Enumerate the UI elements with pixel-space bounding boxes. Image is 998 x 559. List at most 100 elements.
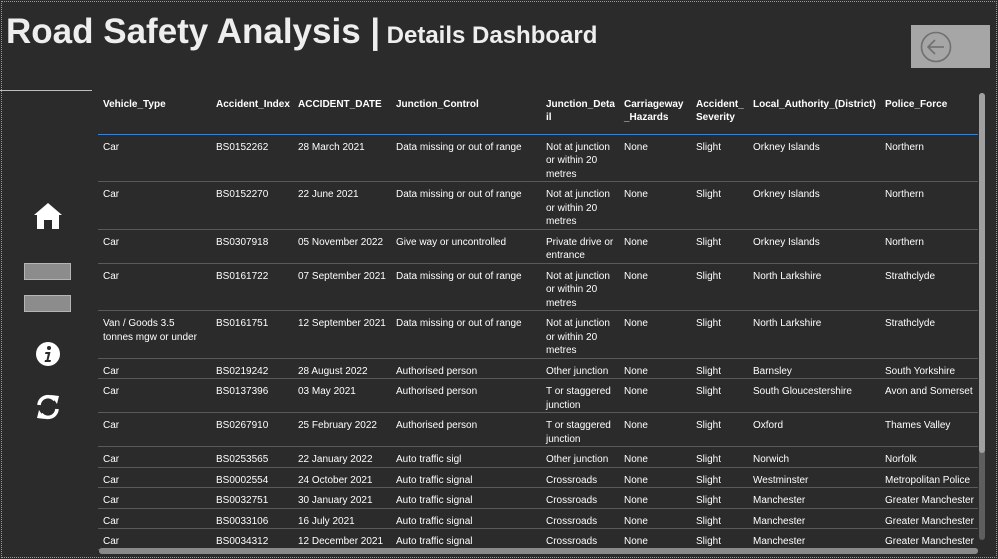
table-cell: Oxford [748,412,880,447]
table-cell: 12 September 2021 [293,310,391,359]
table-cell: Manchester [748,508,880,529]
table-cell: Metropolitan Police [880,467,978,488]
table-cell: Car [98,412,211,447]
table-cell: Orkney Islands [748,181,880,230]
page-title: Road Safety Analysis | Details Dashboard [6,14,597,49]
table-cell: Slight [691,378,748,413]
table-row[interactable]: Car BS0034312 12 December 2021 Auto traffic… [98,528,978,550]
table-cell: Strathclyde [880,310,978,359]
details-table: Vehicle_Type Accident_Index ACCIDENT_DAT… [98,92,978,554]
table-row[interactable]: Car BS0307918 05 November 2022 Give way or … [98,229,978,264]
table-cell: Data missing or out of range [391,134,541,182]
column-header[interactable]: Police_Force [880,92,978,135]
table-cell: Northern [880,229,978,264]
table-cell: 22 January 2022 [293,446,391,468]
table-row[interactable]: Car BS0033106 16 July 2021 Auto traffic sig… [98,508,978,529]
vertical-scrollbar[interactable] [979,93,985,540]
horizontal-scrollbar[interactable] [99,548,978,554]
table-cell: T or staggered junction [541,378,619,413]
table-cell: BS0161722 [211,263,293,311]
table-cell: North Larkshire [748,263,880,311]
table-cell: South Yorkshire [880,358,978,379]
sidebar-button-1[interactable] [24,263,71,280]
table-cell: None [619,263,691,311]
table-cell: None [619,358,691,379]
table-cell: Car [98,181,211,230]
table-cell: Avon and Somerset [880,378,978,413]
table-cell: T or staggered junction [541,412,619,447]
table-cell: Van / Goods 3.5 tonnes mgw or under [98,310,211,359]
home-icon[interactable] [33,201,63,231]
column-header[interactable]: Accident_Index [211,92,293,135]
table-cell: None [619,378,691,413]
table-row[interactable]: Car BS0253565 22 January 2022 Auto traffic … [98,446,978,468]
table-cell: None [619,134,691,182]
column-header[interactable]: Junction_Deta il [541,92,619,135]
sidebar-divider [0,90,92,91]
table-cell: BS0219242 [211,358,293,379]
table-cell: Not at junction or within 20 metres [541,181,619,230]
table-cell: BS0161751 [211,310,293,359]
table-cell: Car [98,358,211,379]
table-cell: Car [98,446,211,468]
table-cell: Slight [691,528,748,550]
table-cell: Not at junction or within 20 metres [541,310,619,359]
table-cell: None [619,508,691,529]
table-header-row: Vehicle_Type Accident_Index ACCIDENT_DAT… [98,92,978,135]
details-table-container: Vehicle_Type Accident_Index ACCIDENT_DAT… [98,92,978,554]
table-cell: BS0002554 [211,467,293,488]
table-cell: Thames Valley [880,412,978,447]
table-cell: BS0253565 [211,446,293,468]
column-header[interactable]: Accident_ Severity [691,92,748,135]
table-row[interactable]: Car BS0219242 28 August 2022 Authorised per… [98,358,978,379]
table-cell: Data missing or out of range [391,310,541,359]
table-cell: BS0152262 [211,134,293,182]
table-cell: None [619,229,691,264]
table-cell: None [619,310,691,359]
table-cell: Greater Manchester [880,508,978,529]
table-cell: 28 March 2021 [293,134,391,182]
table-cell: Slight [691,134,748,182]
table-cell: None [619,487,691,509]
table-row[interactable]: Car BS0152262 28 March 2021 Data missing or… [98,134,978,182]
table-cell: Private drive or entrance [541,229,619,264]
table-cell: Barnsley [748,358,880,379]
table-row[interactable]: Car BS0152270 22 June 2021 Data missing or … [98,181,978,230]
column-header[interactable]: Junction_Control [391,92,541,135]
table-cell: Northern [880,181,978,230]
table-cell: Data missing or out of range [391,181,541,230]
column-header[interactable]: Local_Authority_(District) [748,92,880,135]
table-cell: Slight [691,358,748,379]
table-row[interactable]: Car BS0267910 25 February 2022 Authorised p… [98,412,978,447]
table-cell: Crossroads [541,528,619,550]
table-cell: Auto traffic signal [391,487,541,509]
table-cell: Norwich [748,446,880,468]
table-row[interactable]: Car BS0137396 03 May 2021 Authorised person… [98,378,978,413]
table-cell: Manchester [748,528,880,550]
column-header[interactable]: Carriageway _Hazards [619,92,691,135]
table-cell: Strathclyde [880,263,978,311]
table-cell: 16 July 2021 [293,508,391,529]
table-cell: 22 June 2021 [293,181,391,230]
title-sub: Details Dashboard [386,22,598,49]
column-header[interactable]: ACCIDENT_DATE [293,92,391,135]
vertical-scroll-thumb[interactable] [979,93,985,453]
table-cell: Car [98,229,211,264]
sidebar-button-2[interactable] [24,295,71,312]
table-cell: Other junction [541,358,619,379]
back-button[interactable] [911,25,990,68]
info-icon[interactable] [35,341,61,367]
table-cell: Westminster [748,467,880,488]
table-row[interactable]: Car BS0032751 30 January 2021 Auto traffic … [98,487,978,509]
table-row[interactable]: Car BS0002554 24 October 2021 Auto traffic … [98,467,978,488]
table-cell: Slight [691,181,748,230]
table-cell: Orkney Islands [748,134,880,182]
table-cell: Car [98,378,211,413]
table-cell: Authorised person [391,412,541,447]
refresh-icon[interactable] [34,393,62,421]
column-header[interactable]: Vehicle_Type [98,92,211,135]
horizontal-scroll-thumb[interactable] [99,548,978,554]
table-row[interactable]: Van / Goods 3.5 tonnes mgw or under BS016… [98,310,978,359]
table-cell: Car [98,528,211,550]
table-row[interactable]: Car BS0161722 07 September 2021 Data missin… [98,263,978,311]
